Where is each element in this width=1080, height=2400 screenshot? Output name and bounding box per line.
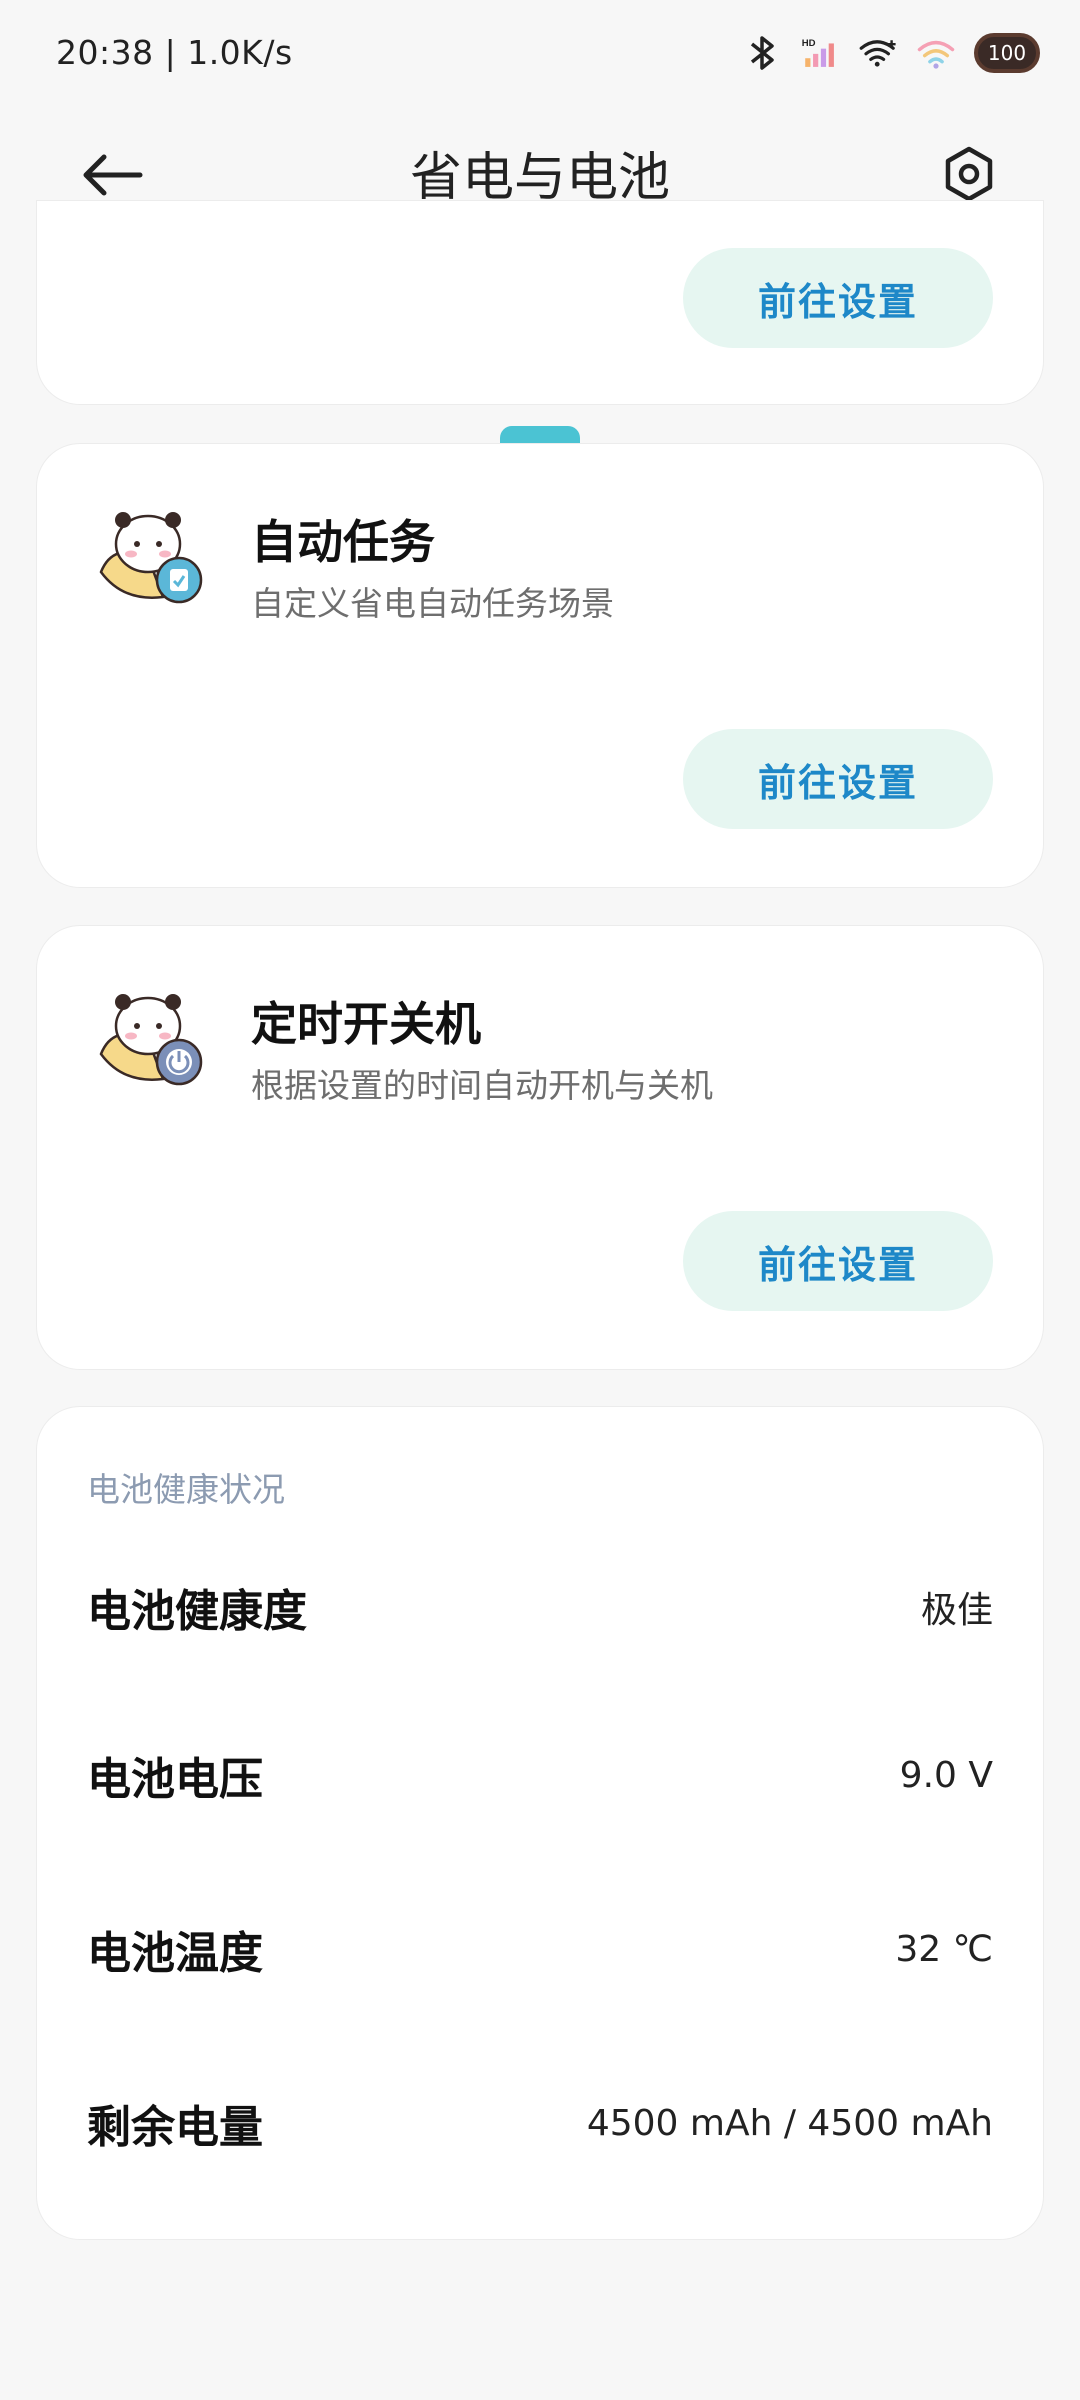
top-settings-card: 前往设置	[36, 200, 1044, 405]
back-button[interactable]	[80, 145, 150, 205]
settings-gear-icon	[945, 146, 993, 202]
row-label: 电池健康度	[87, 1586, 307, 1637]
svg-text:HD: HD	[802, 38, 816, 49]
signal-hd-icon: HD	[800, 33, 840, 73]
status-bar: 20:38 | 1.0K/s HD 100	[0, 0, 1080, 105]
remaining-capacity-row: 剩余电量 4500 mAh / 4500 mAh	[87, 2083, 993, 2163]
battery-health-row: 电池健康度 极佳	[87, 1567, 993, 1647]
row-label: 电池电压	[87, 1754, 263, 1805]
row-value: 9.0 V	[899, 1754, 993, 1796]
battery-level: 100	[987, 40, 1027, 65]
settings-button[interactable]	[938, 143, 1000, 205]
bluetooth-icon	[742, 33, 782, 73]
auto-task-card: 自动任务 自定义省电自动任务场景 前往设置	[36, 443, 1044, 888]
arrow-left-icon	[83, 154, 143, 196]
wifi-icon	[858, 33, 898, 73]
row-label: 剩余电量	[87, 2102, 263, 2153]
panda-power-icon	[93, 984, 213, 1094]
row-value: 32 ℃	[895, 1928, 993, 1970]
page-title: 省电与电池	[409, 148, 670, 208]
battery-temperature-row: 电池温度 32 ℃	[87, 1909, 993, 1989]
battery-icon: 100	[974, 32, 1040, 73]
feature-title: 自动任务	[251, 515, 435, 569]
battery-health-card: 电池健康状况 电池健康度 极佳 电池电压 9.0 V 电池温度 32 ℃ 剩余电…	[36, 1406, 1044, 2240]
goto-settings-button[interactable]: 前往设置	[683, 1211, 993, 1311]
feature-description: 自定义省电自动任务场景	[251, 584, 614, 623]
scheduled-power-card: 定时开关机 根据设置的时间自动开机与关机 前往设置	[36, 925, 1044, 1370]
row-value: 极佳	[920, 1590, 993, 1631]
feature-title: 定时开关机	[251, 997, 481, 1051]
row-value: 4500 mAh / 4500 mAh	[586, 2102, 993, 2144]
feature-description: 根据设置的时间自动开机与关机	[251, 1066, 713, 1105]
status-icons: HD 100	[742, 32, 1040, 73]
goto-settings-button[interactable]: 前往设置	[683, 248, 993, 348]
battery-voltage-row: 电池电压 9.0 V	[87, 1735, 993, 1815]
row-label: 电池温度	[87, 1928, 263, 1979]
section-title: 电池健康状况	[87, 1470, 285, 1509]
goto-settings-button[interactable]: 前往设置	[683, 729, 993, 829]
wifi-secondary-icon	[916, 33, 956, 73]
status-time-speed: 20:38 | 1.0K/s	[56, 33, 293, 72]
panda-clipboard-icon	[93, 502, 213, 612]
